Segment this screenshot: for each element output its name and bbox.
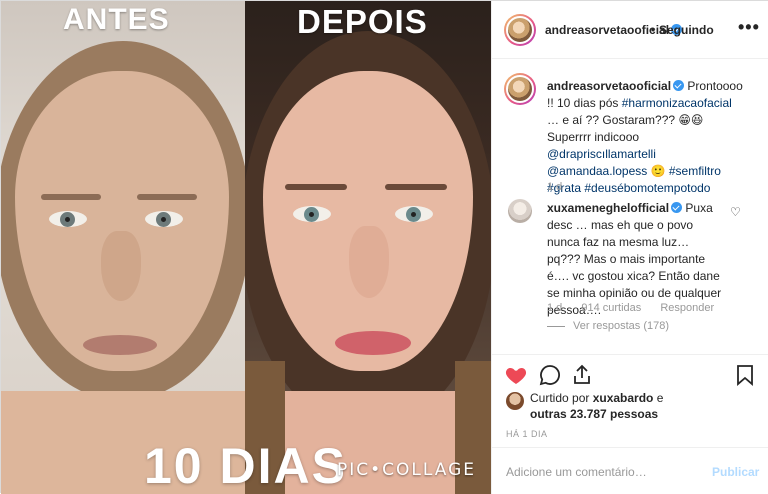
caption-username[interactable]: andreasorvetaooficial <box>547 79 671 93</box>
avatar[interactable] <box>504 14 536 46</box>
publish-button[interactable]: Publicar <box>712 465 759 479</box>
brow-left <box>285 184 347 190</box>
comment-avatar[interactable] <box>508 199 532 223</box>
watermark: PIC•COLLAGE <box>337 460 476 480</box>
brow-right <box>385 184 447 190</box>
liked-by-avatar[interactable] <box>506 392 524 410</box>
after-photo <box>245 1 491 494</box>
post-image[interactable]: ANTES DEPOIS 10 DIAS PIC•COLLAGE <box>1 1 491 494</box>
label-before: ANTES <box>63 3 170 36</box>
reply-button[interactable]: Responder <box>660 302 714 314</box>
mention-link[interactable]: @drapriscıllamartelli <box>547 147 656 161</box>
post-sidebar: andreasorvetaooficial • Seguindo ••• and… <box>491 1 768 494</box>
heart-filled-icon[interactable] <box>504 363 528 387</box>
comment-like-icon[interactable]: ♡ <box>730 205 741 219</box>
before-photo: ANTES <box>1 1 245 494</box>
following-button[interactable]: Seguindo <box>659 23 714 37</box>
eye-right <box>395 206 433 222</box>
liked-by-user[interactable]: xuxabardo <box>593 391 654 405</box>
brow-left <box>41 194 101 200</box>
brow-right <box>137 194 197 200</box>
view-replies-button[interactable]: Ver respostas (178) <box>547 320 669 332</box>
add-comment-bar: Adicione um comentário… Publicar <box>492 447 768 494</box>
hashtag-link[interactable]: #semfiltro <box>669 164 721 178</box>
likes-count[interactable]: outras 23.787 pessoas <box>530 407 658 421</box>
more-options-icon[interactable]: ••• <box>738 17 760 38</box>
post-timestamp[interactable]: HÁ 1 DIA <box>506 429 548 439</box>
share-icon[interactable] <box>570 363 594 387</box>
comment-input[interactable]: Adicione um comentário… <box>506 465 647 479</box>
hashtag-link[interactable]: #harmonizacaofacial <box>622 96 732 110</box>
separator-dot: • <box>651 23 656 37</box>
action-bar <box>492 354 768 392</box>
comment-likes[interactable]: 914 curtidas <box>581 302 641 314</box>
caption-avatar[interactable] <box>504 73 536 105</box>
verified-badge-icon <box>671 202 683 213</box>
comments-area[interactable]: andreasorvetaooficial Prontoooo !! 10 di… <box>492 60 768 354</box>
mention-link[interactable]: @amandaa.lopess <box>547 164 647 178</box>
overlay-days-text: 10 DIAS <box>144 438 347 494</box>
instagram-post-modal: ANTES DEPOIS 10 DIAS PIC•COLLAGE andreas… <box>0 0 768 494</box>
caption-age[interactable]: 1 d <box>547 181 562 193</box>
liked-by-text: Curtido por xuxabardo e outras 23.787 pe… <box>530 391 664 421</box>
comment-age[interactable]: 1 d <box>547 302 562 314</box>
nose-shape <box>349 226 389 298</box>
eye-left <box>293 206 331 222</box>
bookmark-icon[interactable] <box>734 363 756 387</box>
lips-shape <box>335 331 411 355</box>
eye-left <box>49 211 87 227</box>
comment-username[interactable]: xuxameneghelofficial <box>547 201 669 215</box>
post-header: andreasorvetaooficial • Seguindo ••• <box>492 1 768 59</box>
eye-right <box>145 211 183 227</box>
nose-shape <box>101 231 141 301</box>
comment-icon[interactable] <box>538 363 562 387</box>
comment-meta: 1 d 914 curtidas Responder <box>547 302 730 314</box>
label-after: DEPOIS <box>297 3 428 40</box>
verified-badge-icon <box>673 80 685 91</box>
caption-text: andreasorvetaooficial Prontoooo !! 10 di… <box>547 79 743 195</box>
lips-shape <box>83 335 157 355</box>
hashtag-link[interactable]: #deusébomotempotodo <box>584 181 710 195</box>
